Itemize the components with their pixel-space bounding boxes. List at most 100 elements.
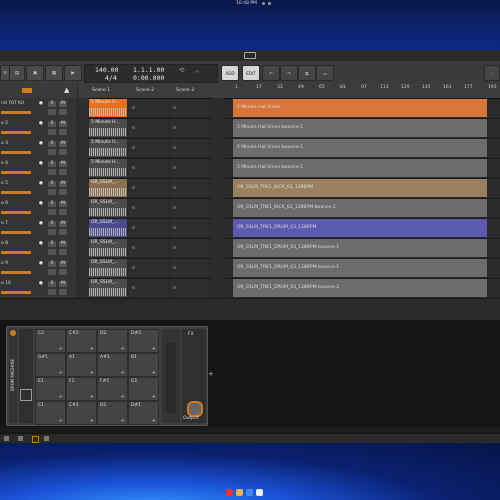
scene-slot[interactable] — [129, 99, 168, 117]
track-header[interactable]: o 9 ● S M — [0, 258, 77, 278]
track-menu-button[interactable] — [59, 109, 67, 115]
volume-bar[interactable] — [1, 131, 31, 134]
stop-clip-button[interactable] — [78, 98, 88, 118]
fx-label[interactable]: FX — [188, 332, 194, 337]
scene-slot[interactable] — [170, 259, 209, 277]
record-arm-icon[interactable]: ● — [37, 221, 45, 227]
file-icon[interactable]: ▣ — [26, 65, 44, 81]
launcher-clip[interactable]: 5 Minute H... — [89, 99, 127, 117]
mute-button[interactable]: M — [59, 121, 67, 127]
track-header[interactable]: o 10 ● S M — [0, 278, 77, 298]
paste-icon[interactable]: ▭ — [316, 65, 334, 81]
track-mixer-strip[interactable] — [212, 258, 223, 278]
drum-pad[interactable]: C2 + — [35, 329, 66, 353]
mute-button[interactable]: M — [59, 161, 67, 167]
arranger-clip[interactable]: OR_SSLM_TRK1_DRUM_03_128BPM — [233, 219, 487, 237]
drum-pad[interactable]: D1 + — [97, 401, 128, 425]
track-header[interactable]: o 8 ● S M — [0, 238, 77, 258]
solo-button[interactable]: S — [48, 221, 56, 227]
mixer-view-icon[interactable] — [44, 436, 49, 441]
mute-button[interactable]: M — [59, 221, 67, 227]
drum-pad[interactable]: C1 + — [35, 401, 66, 425]
drum-pad[interactable]: D2 + — [97, 329, 128, 353]
scene-slot[interactable] — [170, 139, 209, 157]
launcher-clip[interactable]: OR_SSLM_... — [89, 279, 127, 297]
undo-icon[interactable]: ↶ — [262, 65, 280, 81]
pad-add-icon[interactable]: + — [90, 418, 94, 424]
position-bars[interactable]: 1.1.1.00 — [133, 66, 164, 74]
files-icon[interactable] — [236, 489, 243, 496]
track-header[interactable]: o 4 ● S M — [0, 158, 77, 178]
stop-clip-button[interactable] — [78, 258, 88, 278]
scene-slot[interactable] — [129, 219, 168, 237]
tempo-value[interactable]: 140.00 — [95, 66, 118, 74]
pad-add-icon[interactable]: + — [121, 394, 125, 400]
solo-button[interactable]: S — [48, 101, 56, 107]
pad-add-icon[interactable]: + — [90, 394, 94, 400]
add-button[interactable]: ADD — [221, 65, 239, 81]
arranger-clip[interactable]: OR_SSLM_TRK1_DRUM_03_128BPM-bounce-1 — [233, 259, 487, 277]
arranger-clip[interactable]: OR_SSLM_TRK1_DRUM_03_128BPM-bounce-2 — [233, 279, 487, 297]
edit-mode-icon[interactable] — [18, 436, 23, 441]
arranger-clip[interactable]: 5 Minute Hat Snare-bounce-1 — [233, 139, 487, 157]
copy-icon[interactable]: ⧉ — [298, 65, 316, 81]
record-arm-icon[interactable]: ● — [37, 261, 45, 267]
track-name[interactable]: o 7 — [1, 221, 8, 226]
track-name[interactable]: o 5 — [1, 181, 8, 186]
pad-add-icon[interactable]: + — [121, 370, 125, 376]
track-menu-button[interactable] — [59, 209, 67, 215]
track-mixer-strip[interactable] — [212, 278, 223, 298]
pad-add-icon[interactable]: + — [121, 418, 125, 424]
solo-button[interactable]: S — [48, 121, 56, 127]
scene-slot[interactable] — [129, 239, 168, 257]
record-arm-icon[interactable]: ● — [37, 181, 45, 187]
track-menu-button[interactable] — [59, 229, 67, 235]
mute-button[interactable]: M — [59, 141, 67, 147]
volume-bar[interactable] — [1, 151, 31, 154]
arranger-clip[interactable]: OR_SSLM_TRK1_KICK_03_128BPM-bounce-2 — [233, 199, 487, 217]
track-mixer-strip[interactable] — [212, 238, 223, 258]
stop-clip-button[interactable] — [78, 158, 88, 178]
launcher-clip[interactable]: 5 Minute H... — [89, 139, 127, 157]
monitor-button[interactable] — [48, 269, 56, 275]
stop-clip-button[interactable] — [78, 278, 88, 298]
arranger-clip[interactable]: OR_SSLM_TRK1_KICK_03_128BPM — [233, 179, 487, 197]
launcher-clip[interactable]: OR_SSLM_... — [89, 259, 127, 277]
launcher-clip[interactable]: 5 Minute H... — [89, 159, 127, 177]
volume-bar[interactable] — [1, 191, 31, 194]
mute-button[interactable]: M — [59, 241, 67, 247]
pad-add-icon[interactable]: + — [121, 346, 125, 352]
scene-slot[interactable] — [129, 119, 168, 137]
stop-clip-button[interactable] — [78, 198, 88, 218]
monitor-button[interactable] — [48, 229, 56, 235]
stop-clip-button[interactable] — [78, 118, 88, 138]
volume-bar[interactable] — [1, 111, 31, 114]
network-icon[interactable] — [262, 2, 265, 5]
loop-icon[interactable]: ⟲ — [179, 66, 184, 74]
scene-slot[interactable] — [129, 179, 168, 197]
record-arm-icon[interactable]: ● — [37, 101, 45, 107]
launcher-clip[interactable]: OR_SSLM_... — [89, 239, 127, 257]
pad-scroll-strip[interactable] — [19, 329, 33, 423]
scene-slot[interactable] — [170, 199, 209, 217]
arranger-clip[interactable]: OR_SSLM_TRK1_DRUM_03_128BPM-bounce-1 — [233, 239, 487, 257]
pad-add-icon[interactable]: + — [59, 418, 63, 424]
pad-add-icon[interactable]: + — [152, 370, 156, 376]
store-icon[interactable] — [246, 489, 253, 496]
time-signature[interactable]: 4/4 — [105, 74, 117, 82]
launcher-clip[interactable]: OR_SSLM_... — [89, 199, 127, 217]
track-menu-button[interactable] — [59, 289, 67, 295]
mute-button[interactable]: M — [59, 101, 67, 107]
pointer-icon[interactable]: ▲ — [64, 86, 69, 94]
solo-button[interactable]: S — [48, 161, 56, 167]
record-arm-icon[interactable]: ● — [37, 161, 45, 167]
track-mixer-strip[interactable] — [212, 118, 223, 138]
monitor-button[interactable] — [48, 129, 56, 135]
volume-bar[interactable] — [1, 211, 31, 214]
volume-bar[interactable] — [1, 171, 31, 174]
stop-clip-button[interactable] — [78, 218, 88, 238]
pad-add-icon[interactable]: + — [59, 394, 63, 400]
scene-slot[interactable] — [170, 119, 209, 137]
drum-pad[interactable]: F1 + — [66, 377, 97, 401]
track-name[interactable]: o 9 — [1, 261, 8, 266]
